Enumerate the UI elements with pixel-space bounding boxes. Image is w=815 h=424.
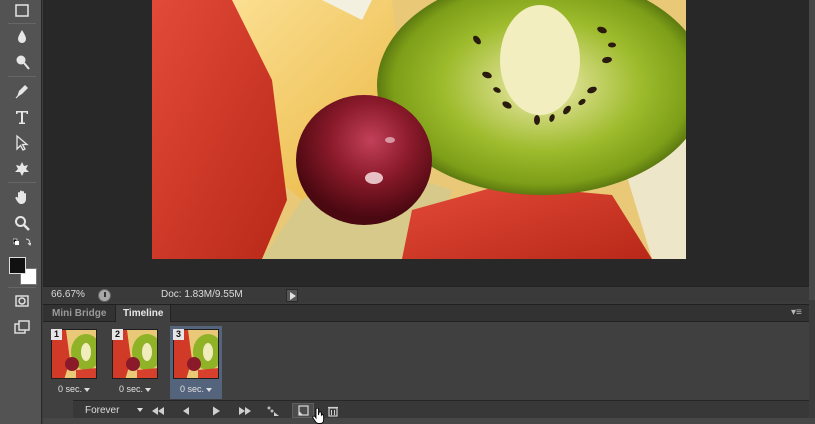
frame-3[interactable]: 3 0 sec.	[170, 326, 222, 399]
chevron-down-icon	[137, 408, 143, 412]
next-frame-button[interactable]	[234, 403, 256, 418]
screen-mode-button[interactable]	[9, 316, 35, 338]
play-button[interactable]	[205, 403, 227, 418]
hand-icon	[15, 190, 26, 204]
tween-button[interactable]	[262, 403, 284, 418]
status-bar: 66.67% Doc: 1.83M/9.55M	[43, 286, 809, 303]
marquee-tool[interactable]	[9, 0, 35, 22]
frame-number: 2	[112, 329, 123, 340]
swap-colors-button[interactable]	[9, 236, 35, 250]
frame-2[interactable]: 2 0 sec.	[109, 326, 161, 399]
blur-icon	[18, 30, 26, 43]
document-window	[43, 0, 809, 288]
frame-number: 1	[51, 329, 62, 340]
trash-icon	[328, 406, 338, 417]
zoom-level[interactable]: 66.67%	[51, 289, 85, 300]
frame-delay-label: 0 sec.	[118, 384, 143, 394]
pen-tool[interactable]	[9, 80, 35, 102]
loop-options-select[interactable]: Forever	[77, 403, 145, 418]
quick-mask-button[interactable]	[9, 290, 35, 312]
duplicate-frame-button[interactable]	[292, 403, 314, 418]
frame-delay-dropdown[interactable]: 0 sec.	[170, 384, 222, 394]
zoom-tool[interactable]	[9, 212, 35, 234]
swap-colors-icon	[13, 238, 31, 246]
loop-options-label: Forever	[85, 405, 120, 416]
quick-mask-icon	[15, 295, 29, 307]
tab-timeline[interactable]: Timeline	[115, 305, 172, 322]
frame-number: 3	[173, 329, 184, 340]
frame-1[interactable]: 1 0 sec.	[48, 326, 100, 399]
panel-menu-icon[interactable]: ▾≡	[791, 308, 805, 318]
shape-icon	[15, 162, 29, 176]
frame-delay-dropdown[interactable]: 0 sec.	[109, 384, 161, 394]
chevron-down-icon	[206, 387, 212, 392]
pen-icon	[15, 85, 28, 99]
timeline-panel: Mini Bridge Timeline ▾≡ 1 0 sec. 2 0 sec…	[43, 304, 809, 419]
document-size: Doc: 1.83M/9.55M	[161, 289, 243, 300]
marquee-icon	[15, 4, 29, 17]
color-swatches[interactable]	[8, 256, 38, 286]
path-selection-tool[interactable]	[9, 132, 35, 154]
animation-controls: Forever	[73, 400, 809, 419]
blur-tool[interactable]	[9, 26, 35, 48]
foreground-color-swatch[interactable]	[9, 257, 26, 274]
frame-delay-dropdown[interactable]: 0 sec.	[48, 384, 100, 394]
dodge-tool[interactable]	[9, 51, 35, 73]
image-canvas[interactable]	[152, 0, 686, 259]
hand-tool[interactable]	[9, 186, 35, 208]
frame-delay-label: 0 sec.	[179, 384, 204, 394]
tab-mini-bridge[interactable]: Mini Bridge	[45, 305, 113, 322]
dodge-icon	[16, 55, 30, 70]
chevron-down-icon	[84, 387, 90, 392]
duplicate-frame-icon	[298, 404, 309, 416]
next-frame-icon	[239, 406, 251, 415]
chevron-down-icon	[145, 387, 151, 392]
hand-pointer-cursor-icon	[312, 408, 325, 424]
type-tool[interactable]	[9, 106, 35, 128]
frame-delay-label: 0 sec.	[57, 384, 82, 394]
previous-frame-icon	[183, 406, 189, 415]
zoom-icon	[15, 216, 30, 231]
custom-shape-tool[interactable]	[9, 158, 35, 180]
tools-panel	[0, 0, 42, 424]
status-info-icon[interactable]	[98, 289, 111, 302]
type-icon	[16, 111, 28, 124]
screen-mode-icon	[14, 320, 30, 334]
first-frame-button[interactable]	[147, 403, 169, 418]
panel-tab-bar: Mini Bridge Timeline ▾≡	[43, 305, 809, 322]
first-frame-icon	[152, 406, 164, 415]
path-select-icon	[16, 134, 29, 151]
previous-frame-button[interactable]	[175, 403, 197, 418]
tween-icon	[267, 406, 279, 416]
vertical-scrollbar[interactable]	[809, 0, 815, 300]
fruit-photo	[152, 0, 686, 259]
play-icon	[213, 406, 220, 415]
status-menu-arrow-icon[interactable]	[286, 289, 298, 302]
bottom-scrollbar[interactable]	[43, 418, 815, 424]
